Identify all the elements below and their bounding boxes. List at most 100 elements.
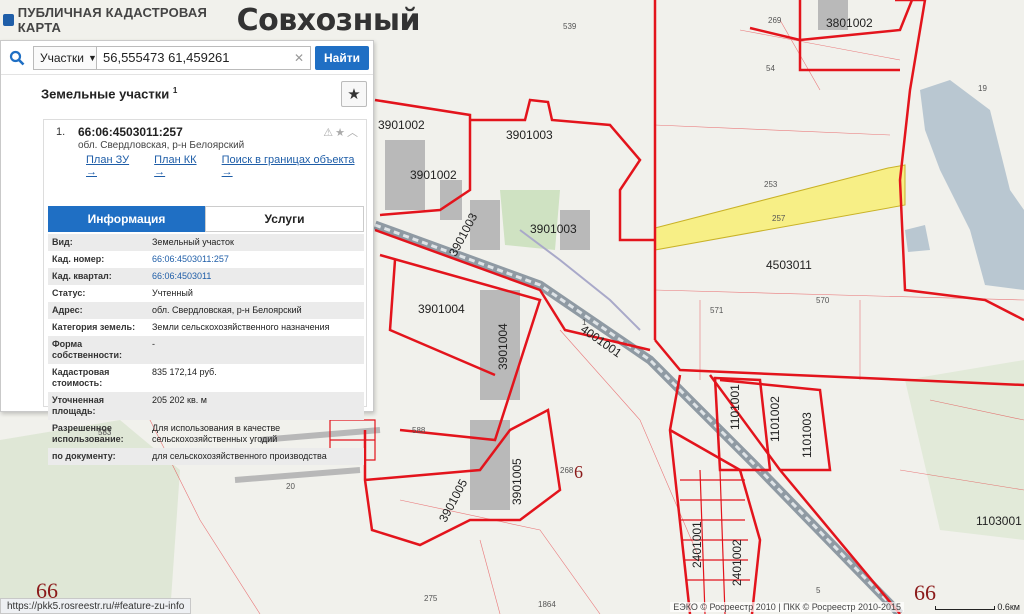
parcel-label: 570: [816, 296, 830, 305]
find-button[interactable]: Найти: [315, 45, 369, 70]
search-icon[interactable]: [1, 41, 33, 75]
search-input[interactable]: 56,555473 61,459261 ✕: [97, 45, 311, 70]
parcel-label: 19: [978, 84, 987, 93]
result-address: обл. Свердловская, р-н Белоярский: [78, 140, 245, 151]
app-title[interactable]: ПУБЛИЧНАЯ КАДАСТРОВАЯ КАРТА: [18, 5, 231, 35]
parcel-label: 269: [768, 16, 782, 25]
table-row: по документу: для сельскохозяйственного п…: [48, 448, 364, 465]
parcel-label: 253: [764, 180, 778, 189]
attr-key: Статус:: [52, 288, 86, 298]
result-links: План ЗУ → План КК → Поиск в границах объ…: [86, 154, 366, 178]
block-label: 3901002: [410, 168, 457, 182]
block-label: 3901004: [418, 302, 465, 316]
table-row: Категория земель: Земли сельскохозяйствен…: [48, 319, 364, 336]
attr-key: Адрес:: [48, 302, 148, 319]
parcel-label: 5: [816, 586, 821, 595]
field-area: [500, 190, 560, 250]
table-row: Уточненная площадь: 205 202 кв. м: [48, 392, 364, 420]
result-number: 1.: [56, 126, 66, 138]
search-type-label: Участки: [40, 50, 84, 65]
attr-value: Для использования в качестве сельскохозя…: [152, 423, 281, 444]
scale-bar: [935, 605, 996, 610]
map-application: 3901002 3901002 3901003 3901003 3901003 …: [0, 0, 1024, 614]
rosreestr-logo-icon[interactable]: [3, 14, 14, 26]
block-label: 1101001: [728, 384, 742, 430]
chevron-down-icon: ▼: [88, 52, 97, 63]
attr-value-link[interactable]: 66:06:4503011:257: [148, 251, 364, 268]
section-title-text: Земельные участки: [41, 86, 170, 102]
attr-key: Вид:: [48, 234, 148, 251]
parcel-label: 275: [424, 594, 438, 603]
tab-information[interactable]: Информация: [48, 206, 205, 232]
parcel-label: 54: [766, 64, 775, 73]
table-row: Форма собственности: -: [48, 336, 364, 364]
table-row: Статус: Учтенный: [48, 285, 364, 302]
star-icon[interactable]: ★: [335, 127, 347, 139]
parcel-label: 571: [710, 306, 724, 315]
attr-key: Категория земель:: [52, 322, 136, 332]
attr-value: для сельскохозяйственного производства: [148, 448, 364, 465]
parcel-label: 257: [772, 214, 786, 223]
attr-value: 835 172,14 руб.: [152, 367, 217, 377]
clear-icon[interactable]: ✕: [294, 51, 304, 65]
block-label: 1103001: [976, 514, 1022, 528]
attr-key: Разрешенное использование:: [52, 423, 124, 444]
search-in-bounds-link[interactable]: Поиск в границах объекта →: [222, 154, 366, 178]
warning-icon[interactable]: ⚠: [323, 127, 335, 139]
star-icon: ★: [347, 86, 361, 103]
status-url-bar: https://pkk5.rosreestr.ru/#feature-zu-in…: [0, 598, 192, 614]
table-row: Кадастровая стоимость: 835 172,14 руб.: [48, 364, 364, 392]
parcel-label: 1: [582, 318, 587, 327]
block-label: 3901003: [530, 222, 577, 236]
attr-key: Кадастровая стоимость:: [52, 367, 110, 388]
result-cad-number[interactable]: 66:06:4503011:257: [78, 125, 183, 139]
block-label: 4503011: [766, 258, 812, 272]
chevron-up-icon[interactable]: ︿: [347, 127, 360, 139]
search-type-select[interactable]: Участки ▼: [33, 45, 97, 70]
attr-key: по документу:: [48, 448, 148, 465]
result-count: 1: [172, 86, 178, 96]
plan-kk-link[interactable]: План КК →: [154, 154, 209, 178]
attr-key: Кад. номер:: [52, 254, 105, 264]
plan-zu-link[interactable]: План ЗУ →: [86, 154, 142, 178]
table-row: Кад. номер: 66:06:4503011:257: [48, 251, 364, 268]
attr-value: Земельный участок: [148, 234, 364, 251]
block-label: 1101002: [768, 396, 782, 442]
block-label: 3901005: [510, 458, 524, 505]
attr-key: Уточненная площадь:: [48, 392, 148, 420]
tab-services[interactable]: Услуги: [205, 206, 364, 232]
table-row: Разрешенное использование: Для использова…: [48, 420, 364, 448]
app-header: ПУБЛИЧНАЯ КАДАСТРОВАЯ КАРТА Совхозный: [0, 0, 421, 40]
block-label: 3901004: [496, 323, 510, 370]
place-name-label: Совхозный: [236, 2, 421, 38]
map-scale: 0.6км: [935, 602, 1020, 612]
block-label: 2401001: [690, 521, 704, 568]
attr-key: Кад. квартал:: [48, 268, 148, 285]
parcel-label: 20: [286, 482, 295, 491]
parcel-label: 588: [412, 426, 426, 435]
block-label: 3901002: [378, 118, 425, 132]
table-row: Вид: Земельный участок: [48, 234, 364, 251]
block-label: 2401002: [730, 539, 744, 586]
district-label: 66: [914, 580, 936, 605]
attributes-table: Вид: Земельный участок Кад. номер: 66:06:4…: [48, 234, 364, 465]
attr-value: -: [148, 336, 364, 364]
table-row: Адрес: обл. Свердловская, р-н Белоярский: [48, 302, 364, 319]
favorite-button[interactable]: ★: [341, 81, 367, 107]
block-label: 3801002: [826, 16, 873, 30]
map-attribution[interactable]: ЕЭКО © Росреестр 2010 | ПКК © Росреестр …: [670, 602, 904, 612]
section-header: Земельные участки 1 ★: [1, 75, 373, 113]
block-label: 3901003: [506, 128, 553, 142]
search-query-text: 56,555473 61,459261: [103, 50, 230, 65]
attr-value-link[interactable]: 66:06:4503011: [148, 268, 364, 285]
scale-label: 0.6км: [997, 602, 1020, 612]
info-tabs: Информация Услуги: [48, 206, 364, 232]
table-row: Кад. квартал: 66:06:4503011: [48, 268, 364, 285]
attr-value: Земли сельскохозяйственного назначения: [152, 322, 330, 332]
section-title: Земельные участки 1: [41, 86, 177, 101]
district-label: 6: [574, 462, 583, 482]
parcel-label: 539: [563, 22, 577, 31]
parcel-label: 268: [560, 466, 574, 475]
result-card: 1. 66:06:4503011:257 обл. Свердловская, …: [43, 119, 367, 465]
attr-value: 205 202 кв. м: [148, 392, 364, 420]
